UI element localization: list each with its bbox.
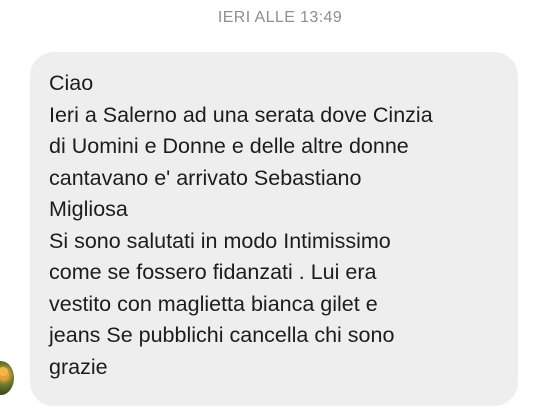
chat-screen: IERI ALLE 13:49 Ciao Ieri a Salerno ad u…	[0, 0, 560, 417]
message-line: cantavano e' arrivato Sebastiano	[49, 165, 362, 190]
message-line: grazie	[49, 354, 108, 379]
message-line: jeans Se pubblichi cancella chi sono	[49, 323, 395, 347]
message-line: Ciao	[49, 71, 94, 95]
avatar-detail	[0, 367, 8, 376]
message-line: Migliosa	[49, 197, 128, 221]
message-line: Si sono salutati in modo Intimissimo	[49, 228, 391, 253]
message-line: Ieri a Salerno ad una serata dove Cinzia	[49, 102, 433, 127]
message-line: vestito con maglietta bianca gilet e	[49, 291, 378, 316]
message-line: di Uomini e Donne e delle altre donne	[49, 134, 409, 158]
message-line: come se fossero fidanzati . Lui era	[49, 260, 377, 284]
message-bubble[interactable]: Ciao Ieri a Salerno ad una serata dove C…	[30, 52, 518, 406]
message-timestamp: IERI ALLE 13:49	[217, 9, 343, 26]
sender-avatar[interactable]	[0, 361, 14, 395]
